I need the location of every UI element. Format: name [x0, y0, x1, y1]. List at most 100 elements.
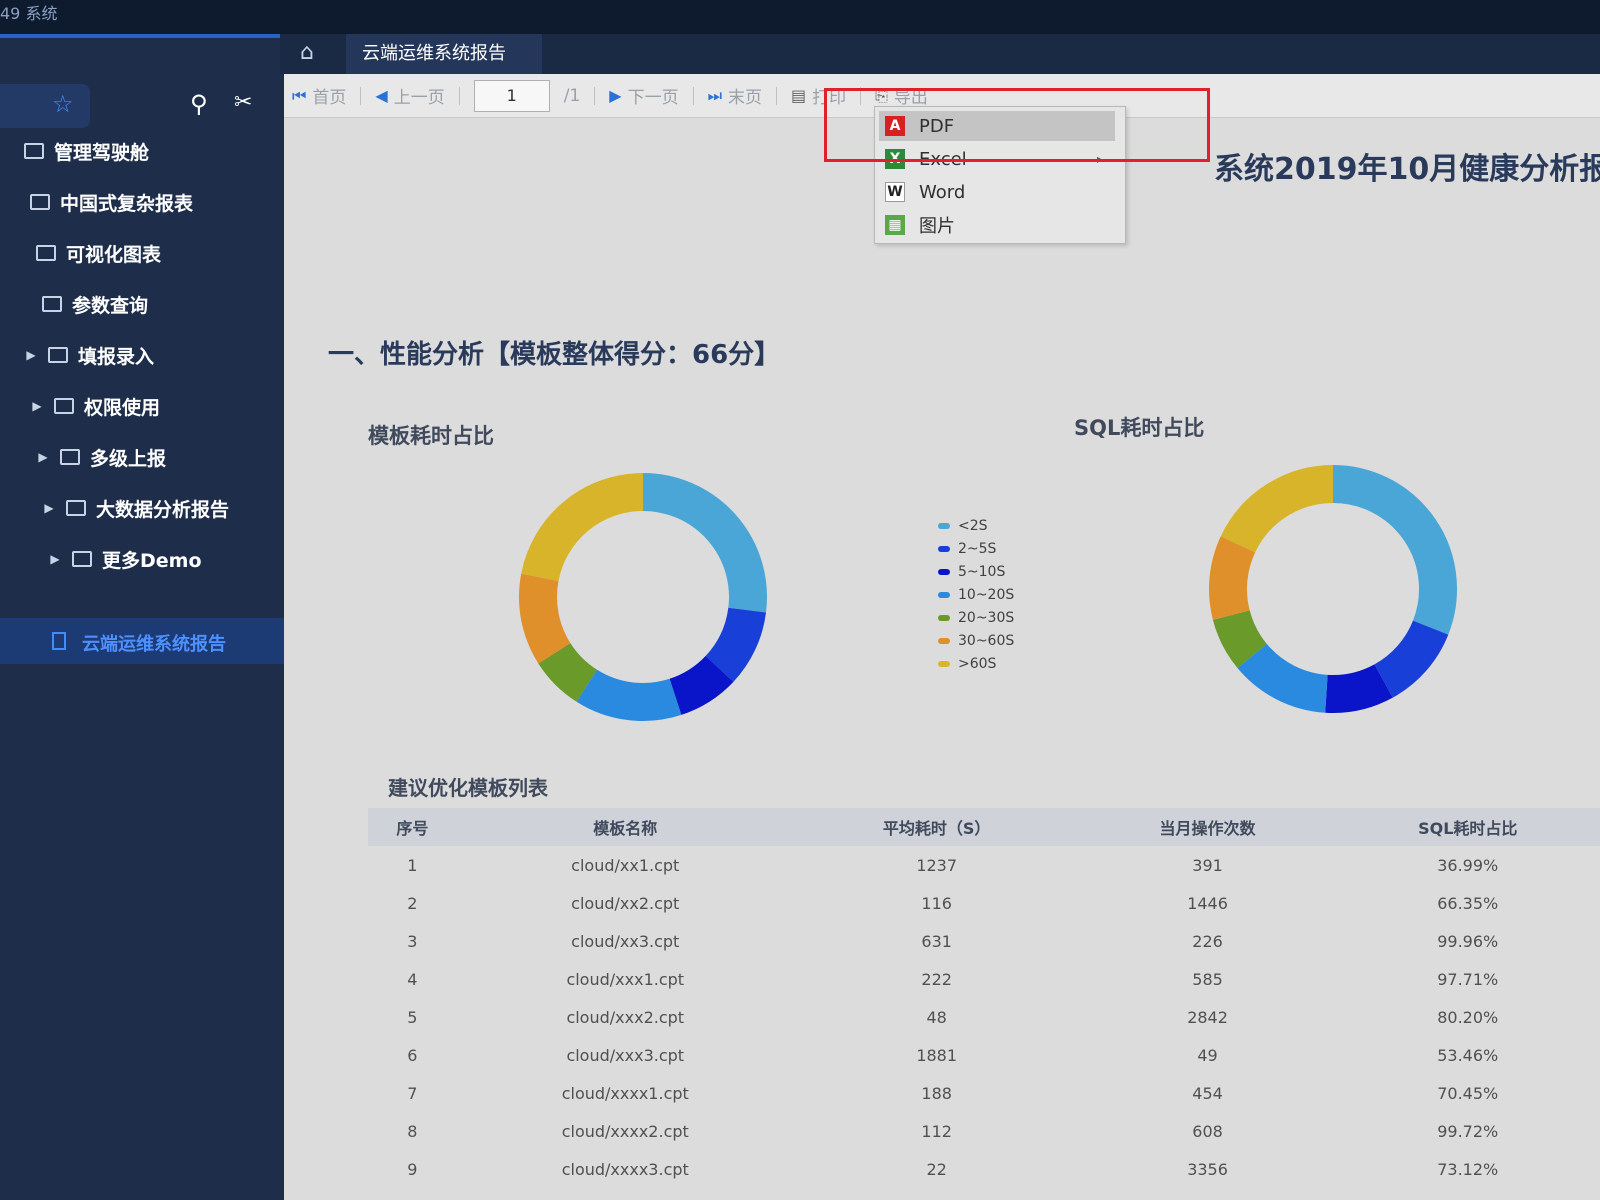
sidebar-item[interactable]: 可视化图表	[12, 234, 161, 272]
donut-slice-4	[538, 642, 598, 702]
table-row: 8 cloud/xxxx2.cpt 112 608 99.72%	[368, 1112, 1600, 1150]
word-icon: W	[885, 182, 905, 202]
sidebar-item-label: 大数据分析报告	[96, 498, 230, 521]
sidebar-item[interactable]: ▶ 权限使用	[30, 387, 160, 425]
table-cell: cloud/xxx1.cpt	[566, 969, 685, 989]
page-total: /1	[563, 85, 581, 106]
document-icon	[52, 632, 66, 650]
image-icon: ▦	[885, 215, 905, 235]
table-cell: 454	[1192, 1083, 1223, 1103]
table-cell: 48	[926, 1007, 947, 1027]
pin-icon[interactable]: ✂	[234, 90, 252, 115]
section-title: 一、性能分析【模板整体得分：66分】	[328, 340, 781, 370]
divider	[775, 86, 777, 105]
sidebar-item[interactable]: ▶ 填报录入	[24, 336, 154, 374]
sidebar-item-label: 权限使用	[84, 396, 161, 419]
app-title: 49 系统	[0, 4, 58, 23]
prev-page-button[interactable]: ◀ 上一页	[375, 83, 444, 108]
table-cell: 99.72%	[1437, 1121, 1499, 1141]
table-cell: 49	[1197, 1045, 1218, 1065]
sql-time-donut	[1209, 465, 1457, 713]
home-icon[interactable]: ⌂	[300, 40, 314, 65]
first-page-button[interactable]: ⏮ 首页	[292, 83, 346, 109]
expand-arrow-icon: ▶	[26, 348, 36, 362]
sidebar-item[interactable]: 中国式复杂报表	[6, 183, 193, 221]
sidebar-item[interactable]: ▶ 更多Demo	[48, 540, 202, 578]
search-icon[interactable]: ⚲	[190, 90, 208, 118]
divider	[360, 86, 362, 105]
divider	[594, 86, 596, 105]
table-cell: 1446	[1187, 893, 1228, 913]
sidebar-item-label: 中国式复杂报表	[60, 192, 194, 215]
last-page-icon: ⏭	[707, 85, 722, 105]
table-cell: 80.20%	[1437, 1007, 1499, 1027]
legend-label: 2~5S	[958, 540, 997, 557]
table-cell: 585	[1192, 969, 1223, 989]
donut-slice-2	[1325, 664, 1393, 713]
table-cell: 99.96%	[1437, 931, 1499, 951]
next-page-icon: ▶	[609, 86, 622, 105]
sidebar-item-label: 更多Demo	[102, 549, 202, 572]
folder-icon	[36, 245, 56, 261]
legend-swatch	[938, 522, 950, 529]
highlight-box	[824, 88, 1210, 162]
report-title: 系统2019年10月健康分析报	[1214, 152, 1600, 187]
export-word-item[interactable]: W Word	[879, 177, 1115, 207]
sidebar-item[interactable]: 管理驾驶舱	[0, 132, 149, 170]
table-cell: 97.71%	[1437, 969, 1499, 989]
table-cell: cloud/xxxx2.cpt	[561, 1121, 689, 1141]
table-cell: 3	[407, 931, 418, 951]
sidebar-item-label: 云端运维系统报告	[82, 634, 226, 655]
donut-slice-1	[705, 607, 767, 682]
legend-item: 30~60S	[938, 629, 1014, 652]
next-page-button[interactable]: ▶ 下一页	[609, 83, 678, 108]
sidebar: ☆ ⚲ ✂ 管理驾驶舱 中国式复杂报表 可视化图表 参数查询 ▶ 填报录入 ▶ 权限使用 ▶ 多级…	[0, 38, 330, 1200]
legend-item: 5~10S	[938, 560, 1014, 583]
table-cell: 5	[407, 1007, 418, 1027]
table-cell: 53.46%	[1437, 1045, 1499, 1065]
table-cell: 608	[1192, 1121, 1223, 1141]
legend-item: 20~30S	[938, 606, 1014, 629]
optimization-table: 序号 模板名称 平均耗时（S） 当月操作次数 SQL耗时占比 1 cloud/xx1.cp…	[368, 808, 1600, 1188]
table-cell: 66.35%	[1437, 893, 1499, 913]
sidebar-item-active[interactable]: 云端运维系统报告	[0, 618, 330, 664]
table-cell: 631	[921, 931, 952, 951]
table-row: 2 cloud/xx2.cpt 116 1446 66.35%	[368, 884, 1600, 922]
favorites-button[interactable]	[0, 84, 90, 128]
table-row: 3 cloud/xx3.cpt 631 226 99.96%	[368, 922, 1600, 960]
legend-swatch	[938, 568, 950, 575]
table-cell: 222	[921, 969, 952, 989]
sidebar-item[interactable]: ▶ 大数据分析报告	[42, 489, 229, 527]
legend-label: 20~30S	[958, 609, 1015, 626]
table-cell: cloud/xxx2.cpt	[566, 1007, 685, 1027]
donut-slice-5	[1209, 536, 1256, 620]
tab-bar: ⌂ 云端运维系统报告	[280, 34, 1600, 74]
donut-slice-6	[521, 473, 644, 582]
tab-report[interactable]: 云端运维系统报告	[346, 34, 542, 74]
page-number-input[interactable]	[473, 79, 550, 112]
table-cell: 8	[407, 1121, 418, 1141]
legend-swatch	[938, 545, 950, 552]
expand-arrow-icon: ▶	[32, 399, 42, 413]
donut-slice-1	[1373, 620, 1449, 698]
table-cell: 6	[407, 1045, 418, 1065]
star-icon[interactable]: ☆	[52, 90, 74, 118]
table-row: 6 cloud/xxx3.cpt 1881 49 53.46%	[368, 1036, 1600, 1074]
donut-slice-2	[668, 655, 734, 715]
folder-icon	[42, 296, 62, 312]
table-cell: 70.45%	[1437, 1083, 1499, 1103]
table-cell: 1	[407, 855, 418, 875]
sidebar-item[interactable]: ▶ 多级上报	[36, 438, 166, 476]
donut-slice-3	[1237, 643, 1329, 713]
folder-icon	[66, 500, 86, 516]
sidebar-item[interactable]: 参数查询	[18, 285, 148, 323]
last-page-button[interactable]: ⏭ 末页	[707, 83, 762, 109]
legend-label: 5~10S	[958, 563, 1006, 580]
table-row: 9 cloud/xxxx3.cpt 22 3356 73.12%	[368, 1150, 1600, 1188]
export-image-item[interactable]: ▦ 图片	[879, 210, 1115, 240]
table-cell: 116	[921, 893, 952, 913]
chart-title-template: 模板耗时占比	[368, 424, 494, 448]
legend-label: 30~60S	[958, 632, 1015, 649]
table-cell: 3356	[1187, 1159, 1228, 1179]
table-body: 1 cloud/xx1.cpt 1237 391 36.99% 2 cloud/xx2.cp…	[368, 846, 1600, 1188]
